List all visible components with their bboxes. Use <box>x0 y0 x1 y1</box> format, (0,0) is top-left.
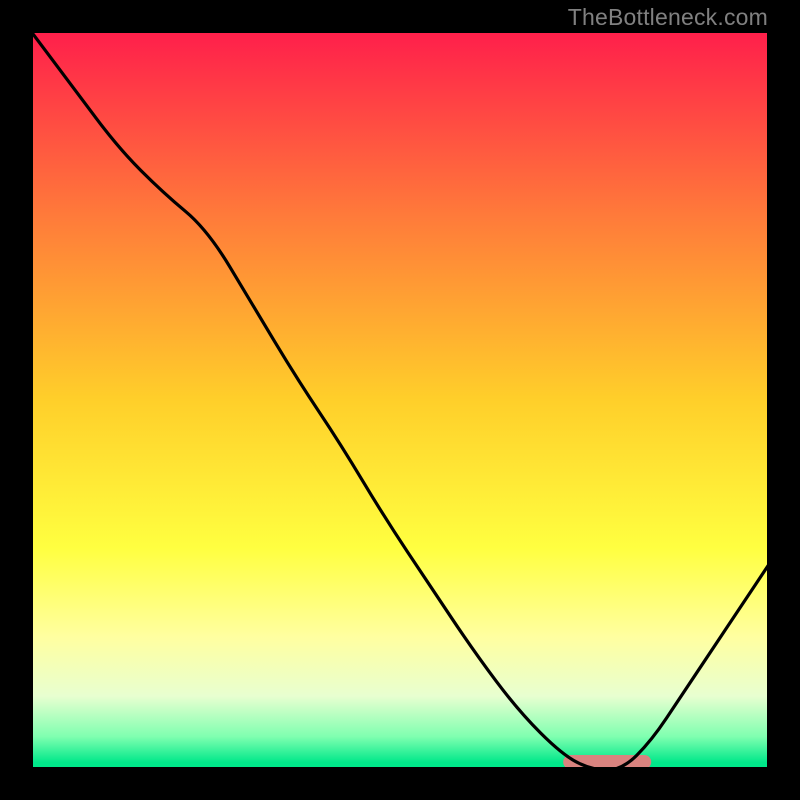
watermark-text: TheBottleneck.com <box>568 4 768 31</box>
gradient-fill <box>30 30 770 770</box>
bottleneck-chart <box>30 30 770 770</box>
chart-frame <box>30 30 770 770</box>
